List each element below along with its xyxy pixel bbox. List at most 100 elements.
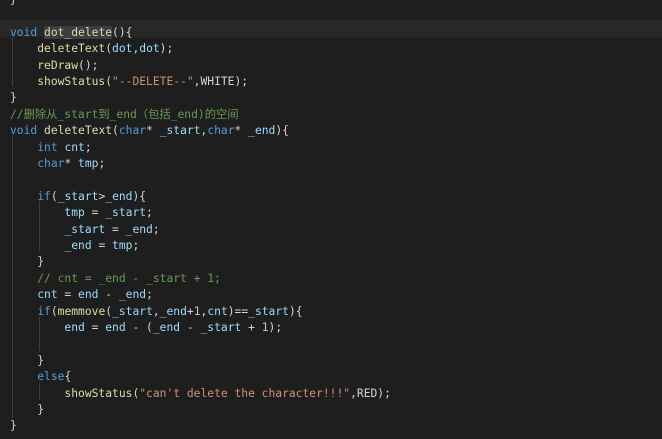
code-line[interactable]: } [10, 90, 17, 106]
code-line[interactable]: end = end - (_end - _start + 1); [10, 320, 282, 336]
code-token: void [10, 124, 38, 138]
code-editor[interactable]: }void dot_delete(){ deleteText(dot,dot);… [0, 0, 662, 439]
code-token: end [64, 321, 85, 334]
code-token: if [37, 304, 51, 318]
code-token: _start [200, 321, 242, 334]
code-line[interactable]: void deleteText(char* _start,char* _end)… [10, 123, 289, 139]
code-token: _end [118, 288, 147, 302]
code-token: ){ [275, 124, 289, 138]
code-token: )== [227, 304, 249, 318]
code-line[interactable]: else{ [10, 369, 71, 385]
code-token: _start [112, 304, 153, 318]
code-token: end [78, 288, 99, 302]
code-token: deleteText [44, 124, 113, 138]
code-line[interactable]: //删除从_start到_end（包括_end)的空间 [10, 107, 239, 123]
code-token: = [84, 206, 106, 220]
code-line[interactable]: showStatus("--DELETE--",WHITE); [10, 74, 248, 90]
code-line[interactable]: tmp = _start; [10, 205, 153, 221]
code-line[interactable]: } [10, 353, 44, 369]
code-token: 1 [261, 321, 269, 334]
code-line[interactable]: _end = tmp; [10, 238, 139, 254]
code-token: + [186, 304, 194, 318]
code-line[interactable]: cnt = end - _end; [10, 287, 153, 303]
code-token: _start [159, 124, 201, 138]
code-token: //删除从_start到_end（包括_end)的空间 [10, 107, 239, 121]
code-token: * [234, 124, 249, 138]
code-token: _start [64, 222, 106, 236]
code-line[interactable]: char* tmp; [10, 156, 105, 172]
code-token: int [37, 140, 58, 154]
code-line[interactable]: } [10, 254, 44, 270]
code-line[interactable]: deleteText(dot,dot); [10, 41, 173, 57]
code-token: , [152, 304, 160, 318]
code-line[interactable]: _start = _end; [10, 222, 159, 238]
code-token: } [37, 255, 45, 269]
code-token: ){ [132, 189, 147, 203]
code-line[interactable]: reDraw(); [10, 58, 98, 74]
code-token: ; [146, 206, 153, 220]
code-token: cnt [37, 288, 58, 302]
code-token: } [37, 353, 45, 367]
code-token: cnt [207, 304, 228, 318]
code-token: { [64, 370, 72, 384]
code-token: (){ [112, 25, 133, 39]
code-token: } [37, 403, 45, 416]
code-token: ,WHITE); [193, 75, 249, 88]
code-token: _start [57, 189, 99, 203]
code-line[interactable]: } [10, 0, 17, 8]
code-line[interactable]: } [10, 402, 44, 418]
code-token: tmp [78, 157, 99, 170]
code-token: = [91, 239, 113, 252]
code-line[interactable]: } [10, 418, 17, 434]
code-token: ; [132, 239, 140, 252]
code-token: _end [152, 321, 181, 334]
code-token: ( [112, 124, 119, 138]
code-token: = [105, 222, 126, 236]
code-token: _end [105, 189, 133, 203]
code-token: } [10, 419, 17, 433]
code-token: ( [50, 189, 58, 203]
code-token: ,RED); [350, 386, 391, 400]
code-line[interactable]: // cnt = _end - _start + 1; [10, 271, 221, 287]
code-line[interactable]: void dot_delete(){ [10, 25, 132, 41]
code-line[interactable]: if(_start>_end){ [10, 189, 146, 205]
code-token: - [98, 288, 119, 302]
code-token: void [10, 25, 38, 39]
code-line[interactable]: int cnt; [10, 140, 91, 156]
code-line[interactable]: showStatus("can't delete the character!!… [10, 386, 391, 402]
code-token: _start [105, 206, 147, 220]
code-token: _start [248, 304, 289, 318]
code-token: tmp [64, 206, 85, 220]
code-token: * [146, 124, 160, 138]
code-token: ; [146, 288, 153, 302]
code-token: ){ [288, 304, 303, 318]
code-token: char [37, 157, 65, 170]
code-token: _end [248, 124, 276, 138]
code-token: ); [268, 321, 283, 334]
code-token: ( [50, 304, 58, 318]
code-token: if [37, 189, 51, 203]
code-token: char [207, 124, 235, 138]
code-token: - ( [125, 321, 153, 334]
code-token: dot [139, 42, 160, 56]
code-token: 1 [193, 304, 201, 318]
code-token: dot_delete [44, 25, 113, 39]
code-token: // cnt = _end - _start + 1; [37, 271, 221, 285]
code-line[interactable]: if(memmove(_start,_end+1,cnt)==_start){ [10, 304, 303, 320]
code-token: } [10, 91, 17, 105]
